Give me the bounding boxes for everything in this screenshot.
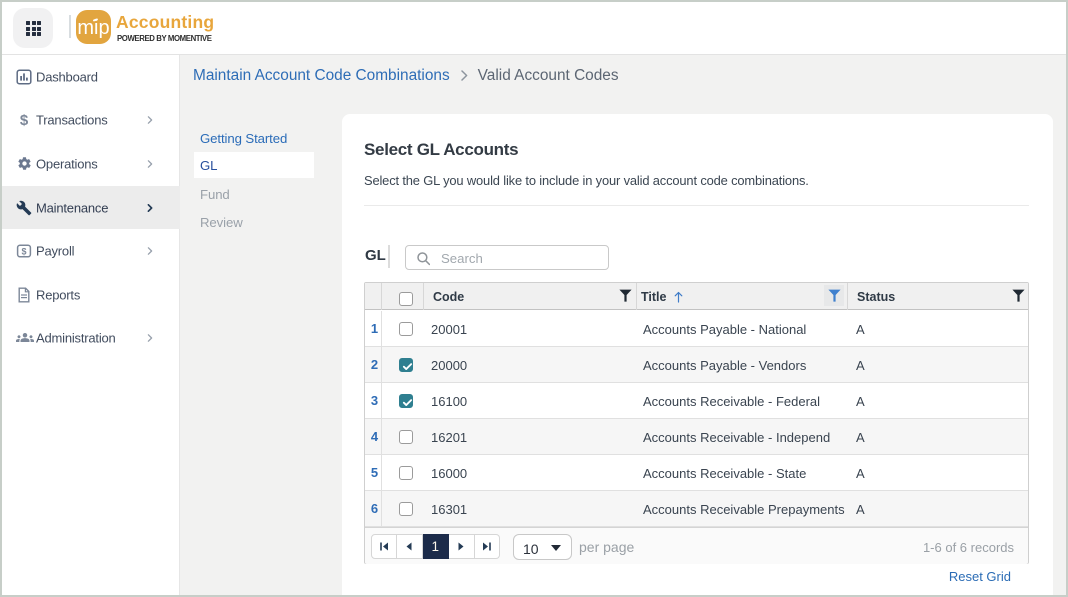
svg-text:$: $ (20, 112, 29, 128)
svg-text:$: $ (21, 246, 26, 256)
